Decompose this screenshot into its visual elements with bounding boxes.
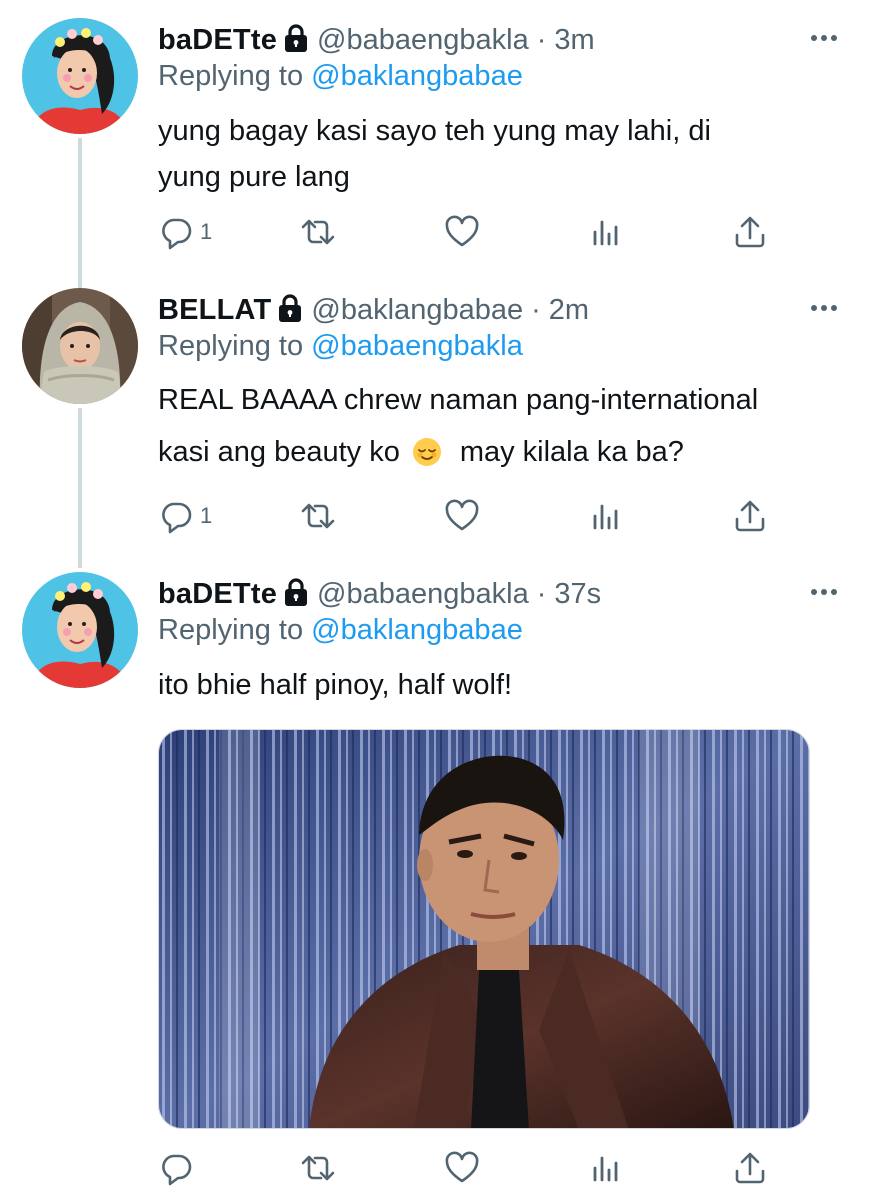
timestamp[interactable]: 2m (549, 294, 589, 327)
retweet-icon (300, 214, 336, 250)
tweet-media-photo[interactable] (158, 729, 810, 1129)
analytics-button[interactable] (588, 210, 624, 254)
share-icon (732, 1150, 768, 1186)
tweet-text-line: yung pure lang (158, 161, 350, 193)
retweet-icon (300, 498, 336, 534)
user-handle[interactable]: @baklangbabae (311, 294, 523, 327)
more-icon[interactable] (808, 292, 840, 324)
analytics-icon (588, 498, 624, 534)
replying-to-mention[interactable]: @baklangbabae (311, 614, 523, 646)
analytics-button[interactable] (588, 1146, 624, 1190)
separator-dot: · (536, 577, 547, 610)
tweet-text: REAL BAAAA chrew naman pang-internationa… (158, 374, 848, 478)
more-icon[interactable] (808, 576, 840, 608)
display-name[interactable]: baDETte (158, 24, 277, 57)
tweet-text-line: yung bagay kasi sayo teh yung may lahi, … (158, 115, 711, 147)
avatar-woman-flower-crown-icon (22, 18, 138, 134)
avatar-woman-flower-crown-icon (22, 572, 138, 688)
reply-icon (158, 214, 194, 250)
lock-icon (277, 293, 303, 323)
action-bar: 1 (158, 494, 778, 538)
reply-icon (158, 498, 194, 534)
analytics-button[interactable] (588, 494, 624, 538)
reply-icon (158, 1150, 194, 1186)
retweet-icon (300, 1150, 336, 1186)
retweet-button[interactable] (300, 1146, 336, 1190)
tweet-header: baDETte @babaengbakla · 37s (158, 572, 601, 616)
user-handle[interactable]: @babaengbakla (317, 578, 529, 611)
like-icon (444, 214, 480, 250)
replying-to: Replying to @baklangbabae (158, 60, 523, 93)
action-bar (158, 1146, 778, 1190)
retweet-button[interactable] (300, 210, 336, 254)
avatar-woman-hood-scarf-icon (22, 288, 138, 404)
user-handle[interactable]: @babaengbakla (317, 24, 529, 57)
reply-button[interactable]: 1 (158, 494, 212, 538)
separator-dot: · (536, 23, 547, 56)
reply-count: 1 (200, 219, 213, 244)
lock-icon (283, 23, 309, 53)
replying-to: Replying to @babaengbakla (158, 330, 523, 363)
timestamp[interactable]: 37s (554, 578, 601, 611)
tweet-header: baDETte @babaengbakla · 3m (158, 18, 595, 62)
display-name[interactable]: BELLAT (158, 294, 271, 327)
share-button[interactable] (732, 494, 768, 538)
relieved-face-emoji-icon (412, 438, 441, 466)
tweet-text: ito bhie half pinoy, half wolf! (158, 662, 848, 708)
share-icon (732, 214, 768, 250)
replying-to-mention[interactable]: @babaengbakla (311, 330, 523, 362)
tweet-text: yung bagay kasi sayo teh yung may lahi, … (158, 108, 848, 200)
like-button[interactable] (444, 1146, 480, 1190)
tweet-header: BELLAT @baklangbabae · 2m (158, 288, 589, 332)
share-icon (732, 498, 768, 534)
reply-count: 1 (200, 503, 213, 528)
tweet-text-segment: may kilala ka ba? (459, 436, 684, 468)
replying-to-label: Replying to (158, 614, 304, 646)
reply-button[interactable]: 1 (158, 210, 212, 254)
lock-icon (283, 577, 309, 607)
like-button[interactable] (444, 494, 480, 538)
tweet-text-line: kasi ang beauty ko may kilala ka ba? (158, 426, 848, 478)
action-bar: 1 (158, 210, 778, 254)
avatar[interactable] (22, 572, 138, 688)
share-button[interactable] (732, 210, 768, 254)
photo-man-leather-jacket-icon (159, 730, 809, 1128)
retweet-button[interactable] (300, 494, 336, 538)
tweet[interactable]: BELLAT @baklangbabae · 2m Replying to @b… (0, 270, 872, 560)
analytics-icon (588, 1150, 624, 1186)
reply-button[interactable] (158, 1146, 200, 1190)
tweet-text-segment: kasi ang beauty ko (158, 436, 400, 468)
replying-to-mention[interactable]: @baklangbabae (311, 60, 523, 92)
like-icon (444, 498, 480, 534)
like-icon (444, 1150, 480, 1186)
avatar[interactable] (22, 18, 138, 134)
avatar[interactable] (22, 288, 138, 404)
replying-to-label: Replying to (158, 330, 304, 362)
more-icon[interactable] (808, 22, 840, 54)
analytics-icon (588, 214, 624, 250)
replying-to: Replying to @baklangbabae (158, 614, 523, 647)
separator-dot: · (531, 293, 541, 326)
share-button[interactable] (732, 1146, 768, 1190)
timestamp[interactable]: 3m (554, 24, 594, 57)
tweet-text-line: ito bhie half pinoy, half wolf! (158, 669, 513, 701)
replying-to-label: Replying to (158, 60, 304, 92)
display-name[interactable]: baDETte (158, 578, 277, 611)
like-button[interactable] (444, 210, 480, 254)
tweet[interactable]: baDETte @babaengbakla · 3m Replying to @… (0, 0, 872, 275)
tweet-text-line: REAL BAAAA chrew naman pang-internationa… (158, 384, 759, 416)
